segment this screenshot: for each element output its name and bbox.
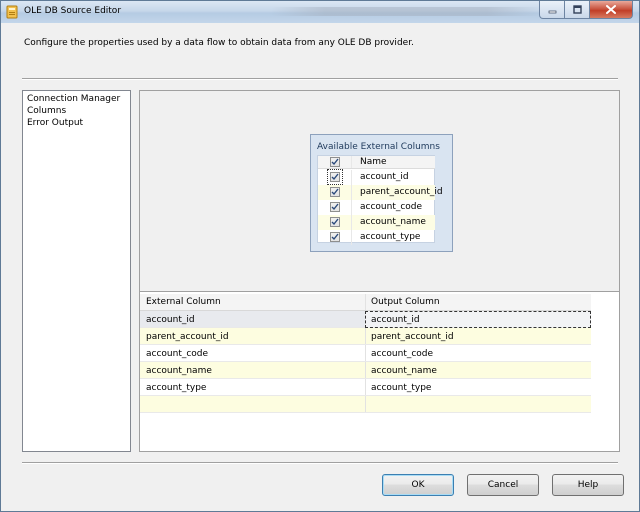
available-columns-title: Available External Columns — [317, 142, 440, 152]
ok-button[interactable]: OK — [382, 474, 454, 496]
external-column-cell[interactable]: parent_account_id — [146, 332, 229, 342]
bottom-separator — [22, 462, 618, 464]
column-name: account_type — [360, 232, 421, 242]
checkmark-icon — [331, 203, 339, 211]
available-columns-list: Name account_id parent_account_id accoun… — [317, 155, 443, 245]
title-bar[interactable]: OLE DB Source Editor — [1, 1, 639, 23]
select-all-checkbox[interactable] — [330, 157, 340, 167]
ssis-source-icon — [6, 5, 18, 19]
output-column-header[interactable]: Output Column — [371, 297, 440, 307]
background-window-title — [271, 7, 541, 16]
column-separator — [351, 170, 352, 185]
dialog-description: Configure the properties used by a data … — [24, 38, 414, 48]
column-name: parent_account_id — [360, 187, 443, 197]
output-column-cell[interactable]: account_id — [371, 315, 420, 325]
new-mapping-row[interactable] — [140, 396, 591, 413]
caption-buttons — [539, 1, 633, 20]
mapping-grid-header: External Column Output Column — [140, 294, 591, 311]
external-column-cell[interactable]: account_id — [146, 315, 195, 325]
column-separator — [365, 362, 366, 378]
table-row[interactable]: parent_account_id parent_account_id — [140, 328, 591, 345]
column-separator — [365, 328, 366, 344]
nav-item-connection-manager[interactable]: Connection Manager — [27, 93, 126, 105]
ole-db-source-editor-window: OLE DB Source Editor Configure the prope… — [0, 0, 640, 512]
list-item[interactable]: account_type — [318, 230, 435, 245]
available-external-columns-box: Available External Columns Name account_… — [310, 134, 453, 252]
minimize-icon — [548, 10, 556, 14]
column-separator — [351, 200, 352, 215]
output-column-cell[interactable]: parent_account_id — [371, 332, 454, 342]
page-navigation-list: Connection Manager Columns Error Output — [22, 90, 131, 452]
checkmark-icon — [331, 188, 339, 196]
column-separator — [351, 215, 352, 230]
table-row[interactable]: account_id account_id — [140, 311, 591, 328]
column-separator — [365, 345, 366, 361]
top-separator — [22, 78, 618, 80]
list-item[interactable]: account_code — [318, 200, 435, 215]
column-separator — [351, 230, 352, 245]
checkmark-icon — [331, 218, 339, 226]
column-separator — [365, 396, 366, 412]
column-name: account_id — [360, 172, 409, 182]
parent-account-id-checkbox[interactable] — [330, 187, 340, 197]
column-separator — [365, 379, 366, 395]
columns-canvas: Available External Columns Name account_… — [140, 91, 619, 292]
account-id-checkbox[interactable] — [327, 169, 343, 185]
column-mapping-grid: External Column Output Column account_id… — [140, 294, 591, 413]
account-code-checkbox[interactable] — [330, 202, 340, 212]
name-column-header: Name — [360, 157, 387, 167]
external-column-header[interactable]: External Column — [146, 297, 221, 307]
list-item[interactable]: parent_account_id — [318, 185, 443, 200]
output-column-cell[interactable]: account_code — [371, 349, 433, 359]
column-name: account_code — [360, 202, 423, 212]
checkmark-icon — [331, 173, 339, 181]
external-column-cell[interactable]: account_code — [146, 349, 208, 359]
help-button[interactable]: Help — [552, 474, 624, 496]
account-name-checkbox[interactable] — [330, 217, 340, 227]
column-name: account_name — [360, 217, 426, 227]
close-icon — [606, 5, 616, 14]
nav-item-error-output[interactable]: Error Output — [27, 117, 126, 129]
window-title: OLE DB Source Editor — [24, 6, 122, 16]
checkmark-icon — [331, 158, 339, 166]
cancel-button[interactable]: Cancel — [467, 474, 539, 496]
list-item[interactable]: account_id — [318, 169, 435, 185]
external-column-cell[interactable]: account_type — [146, 383, 206, 393]
output-column-cell[interactable]: account_name — [371, 366, 437, 376]
table-row[interactable]: account_type account_type — [140, 379, 591, 396]
external-column-cell[interactable]: account_name — [146, 366, 212, 376]
maximize-icon — [572, 5, 582, 14]
table-row[interactable]: account_name account_name — [140, 362, 591, 379]
nav-item-columns[interactable]: Columns — [27, 105, 126, 117]
columns-page: Available External Columns Name account_… — [139, 90, 620, 452]
available-columns-header: Name — [318, 156, 435, 169]
close-button[interactable] — [590, 1, 633, 19]
table-row[interactable]: account_code account_code — [140, 345, 591, 362]
account-type-checkbox[interactable] — [330, 232, 340, 242]
checkmark-icon — [331, 233, 339, 241]
minimize-button[interactable] — [539, 1, 565, 19]
maximize-button[interactable] — [565, 1, 590, 19]
column-separator — [365, 294, 366, 310]
column-separator — [351, 185, 352, 200]
output-column-cell[interactable]: account_type — [371, 383, 431, 393]
column-separator — [351, 156, 352, 168]
list-item[interactable]: account_name — [318, 215, 435, 230]
